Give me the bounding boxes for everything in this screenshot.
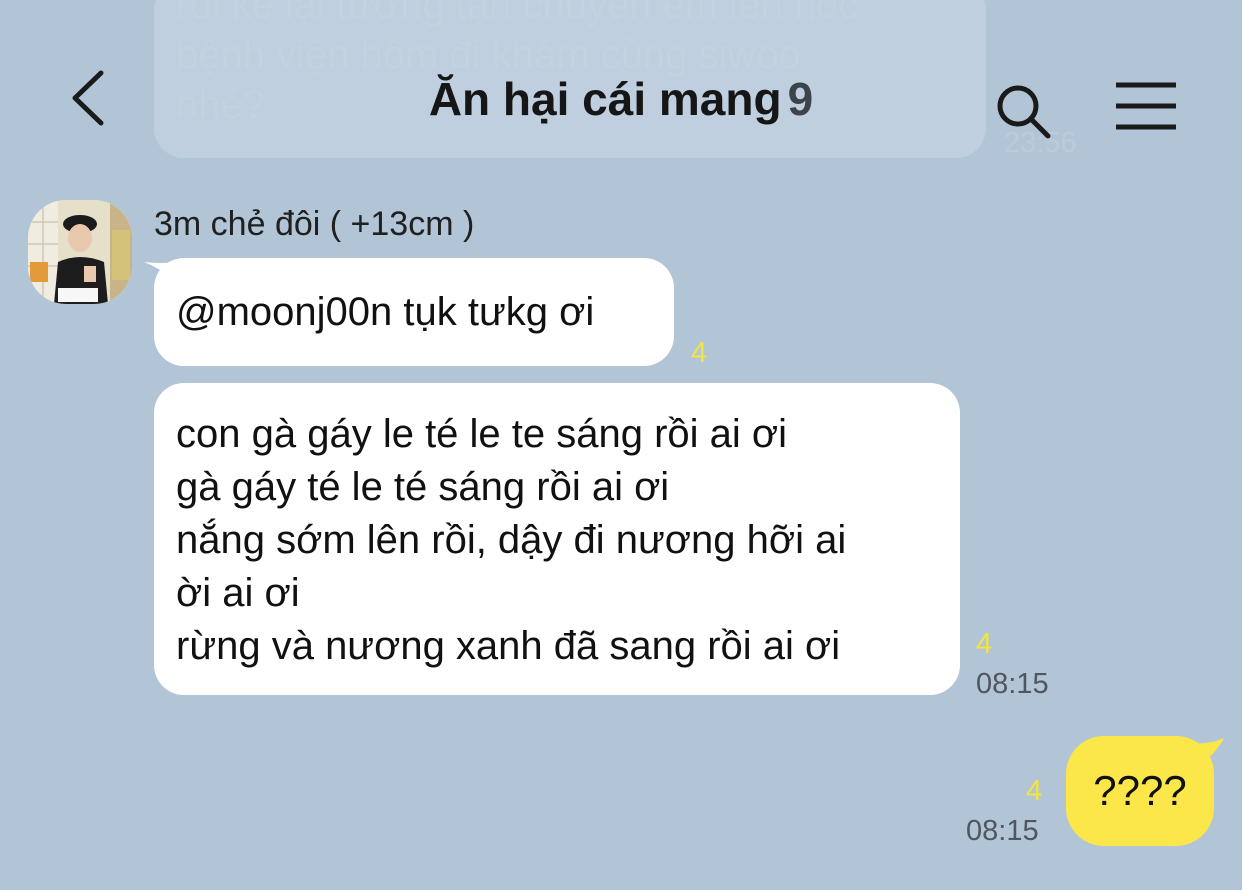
message-line: gà gáy té le té sáng rồi ai ơi: [176, 465, 670, 509]
chat-header: Ăn hại cái mang 9: [0, 0, 1242, 180]
unread-count: 4: [976, 628, 993, 660]
avatar[interactable]: [28, 200, 132, 304]
chat-screen: rồi kể lại tương tận chuyện em lên nóc b…: [0, 0, 1242, 890]
unread-count: 4: [1026, 775, 1043, 807]
message-time: 08:15: [976, 668, 1049, 700]
search-icon[interactable]: [994, 82, 1052, 140]
message-line: con gà gáy le té le te sáng rồi ai ơi: [176, 412, 788, 456]
message-line: nắng sớm lên rồi, dậy đi nương hỡi ai: [176, 518, 847, 562]
message-line: ời ai ơi: [176, 571, 300, 615]
menu-icon[interactable]: [1114, 82, 1178, 130]
member-count: 9: [787, 73, 814, 125]
message-bubble[interactable]: @moonj00n tụk tưkg ơi: [154, 258, 674, 366]
my-message-text: ????: [1093, 767, 1187, 814]
my-message-time: 08:15: [966, 815, 1039, 847]
message-text: @moonj00n tụk tưkg ơi: [176, 290, 595, 334]
message-line: rừng và nương xanh đã sang rồi ai ơi: [176, 624, 841, 668]
message-bubble[interactable]: con gà gáy le té le te sáng rồi ai ơi gà…: [154, 383, 960, 695]
chat-title: Ăn hại cái mang: [428, 73, 782, 125]
sender-name: 3m chẻ đôi ( +13cm ): [154, 205, 475, 243]
chat-title-bar[interactable]: Ăn hại cái mang 9: [0, 72, 1242, 126]
avatar-photo: [28, 200, 132, 304]
unread-count: 4: [691, 337, 708, 369]
my-message-bubble[interactable]: ????: [1066, 736, 1214, 846]
